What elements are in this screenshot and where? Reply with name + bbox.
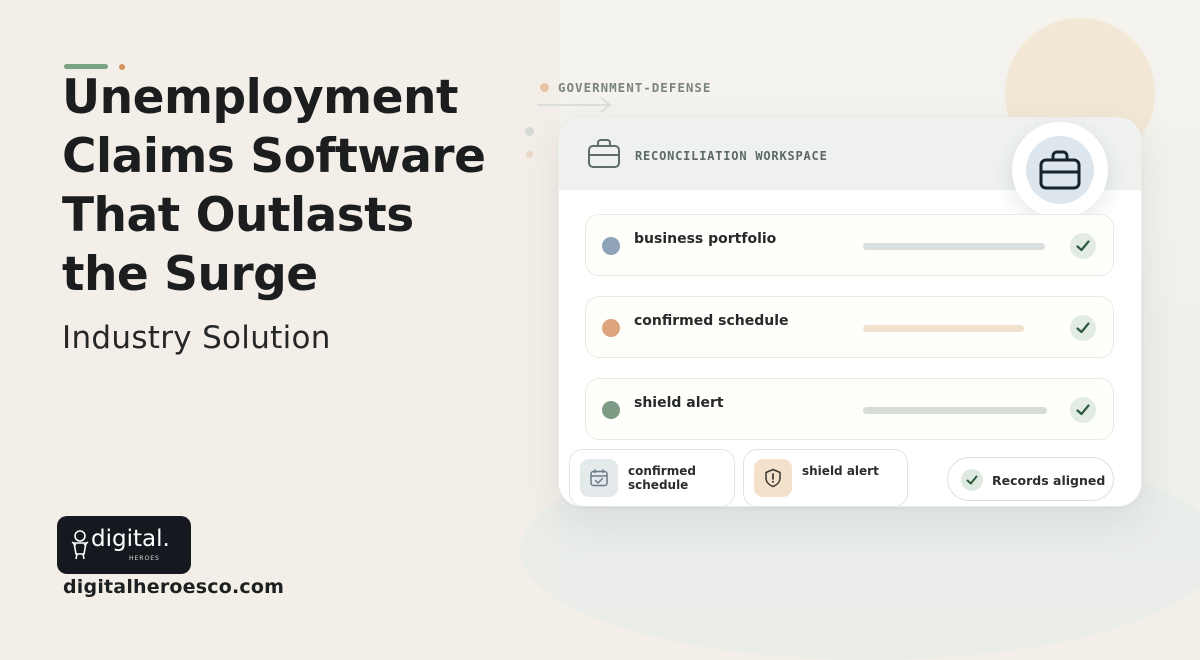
chip-label: shield alert: [802, 464, 879, 478]
check-icon: [1070, 315, 1096, 341]
check-icon: [1070, 397, 1096, 423]
row-label: shield alert: [634, 395, 724, 411]
category-label: GOVERNMENT-DEFENSE: [558, 80, 712, 95]
title-line-3: That Outlasts: [62, 188, 414, 243]
list-item[interactable]: shield alert: [585, 378, 1114, 440]
tag-dot: [540, 83, 549, 92]
briefcase-icon: [588, 139, 620, 168]
status-label: Records aligned: [992, 473, 1106, 488]
logo-wordmark: digital.: [91, 526, 170, 552]
chip-confirmed-schedule[interactable]: confirmed schedule: [569, 449, 735, 507]
arrow-right-icon: [537, 97, 612, 113]
decor-dot: [526, 151, 533, 158]
row-label: business portfolio: [634, 231, 777, 247]
chip-label-line-1: confirmed: [628, 464, 696, 478]
records-aligned-status[interactable]: Records aligned: [947, 457, 1114, 501]
badge-circle: [1026, 136, 1094, 204]
status-dot: [602, 401, 620, 419]
chip-shield-alert[interactable]: shield alert: [743, 449, 908, 507]
workspace-badge: [1012, 122, 1108, 218]
category-tag: GOVERNMENT-DEFENSE: [540, 80, 711, 95]
title-line-4: the Surge: [62, 247, 318, 302]
check-icon: [961, 469, 983, 491]
hero-mascot-icon: [71, 530, 89, 560]
website-link[interactable]: digitalheroesco.com: [63, 576, 284, 598]
decor-dot: [525, 127, 534, 136]
status-dot: [602, 237, 620, 255]
progress-track: [863, 407, 1047, 414]
row-label: confirmed schedule: [634, 313, 789, 329]
brand-logo[interactable]: digital. HEROES: [57, 516, 191, 574]
chip-label-line-2: schedule: [628, 478, 689, 492]
progress-track: [863, 243, 1045, 250]
calendar-check-icon: [580, 459, 618, 497]
workspace-title: RECONCILIATION WORKSPACE: [635, 149, 828, 163]
status-dot: [602, 319, 620, 337]
title-line-1: Unemployment: [62, 70, 458, 125]
briefcase-icon: [1039, 150, 1081, 190]
logo-subtext: HEROES: [129, 555, 160, 562]
chip-label: confirmed schedule: [628, 464, 696, 492]
title-line-2: Claims Software: [62, 129, 486, 184]
shield-alert-icon: [754, 459, 792, 497]
progress-track: [863, 325, 1024, 332]
check-icon: [1070, 233, 1096, 259]
page-title: Unemployment Claims Software That Outlas…: [62, 68, 522, 304]
list-item[interactable]: business portfolio: [585, 214, 1114, 276]
list-item[interactable]: confirmed schedule: [585, 296, 1114, 358]
page-subtitle: Industry Solution: [62, 320, 331, 356]
